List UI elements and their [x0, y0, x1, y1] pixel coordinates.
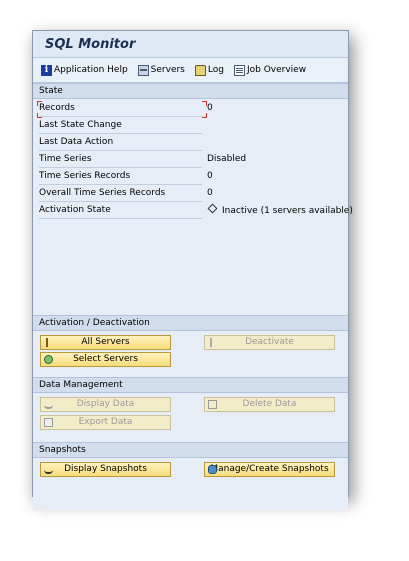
inactive-diamond-icon: [207, 203, 218, 214]
servers-icon: [137, 64, 149, 76]
sql-monitor-window: SQL Monitor i Application Help Servers L…: [32, 30, 353, 510]
display-snapshots-button[interactable]: Display Snapshots: [40, 462, 171, 477]
deactivate-button[interactable]: Deactivate: [204, 335, 335, 350]
state-value: 0: [207, 171, 213, 181]
servers-label: Servers: [150, 65, 185, 75]
export-icon: [44, 418, 53, 427]
info-icon: i: [41, 64, 52, 76]
manage-snapshots-label: Manage/Create Snapshots: [210, 464, 329, 474]
display-data-button[interactable]: Display Data: [40, 397, 171, 412]
job-overview-icon: [233, 64, 245, 76]
state-row-last-state-change: Last State Change: [39, 118, 339, 134]
state-value: 0: [207, 103, 213, 113]
log-icon: [194, 64, 206, 76]
delete-data-label: Delete Data: [242, 399, 297, 409]
state-row-last-data-action: Last Data Action: [39, 135, 339, 151]
data-management-section-heading: Data Management: [33, 377, 348, 393]
state-label: Time Series Records: [39, 171, 202, 185]
application-help-label: Application Help: [54, 65, 128, 75]
glasses-icon: [44, 465, 53, 474]
display-data-label: Display Data: [76, 399, 135, 409]
log-label: Log: [207, 65, 224, 75]
state-row-activation-state: Activation State Inactive (1 servers ava…: [39, 203, 353, 219]
select-servers-icon: [44, 355, 53, 364]
database-icon: [208, 465, 217, 474]
display-snapshots-label: Display Snapshots: [64, 464, 147, 474]
state-row-records: Records 0: [37, 101, 339, 118]
activation-state-text: Inactive (1 servers available): [222, 206, 353, 216]
state-value: Disabled: [207, 154, 247, 164]
export-data-button[interactable]: Export Data: [40, 415, 171, 430]
state-label: Activation State: [39, 205, 202, 219]
application-help-button[interactable]: i Application Help: [41, 64, 128, 76]
state-label: Last State Change: [39, 120, 202, 134]
activation-section-heading: Activation / Deactivation: [33, 315, 348, 331]
delete-data-button[interactable]: Delete Data: [204, 397, 335, 412]
activation-state-value: Inactive (1 servers available): [207, 203, 353, 216]
state-label[interactable]: Records: [39, 103, 202, 117]
all-servers-button[interactable]: All Servers: [40, 335, 171, 350]
state-row-time-series-records: Time Series Records 0: [39, 169, 339, 185]
activation-group: All Servers Deactivate Select Servers: [33, 331, 348, 377]
application-toolbar: i Application Help Servers Log Job Overv…: [33, 58, 348, 83]
state-value: 0: [207, 188, 213, 198]
snapshots-section-heading: Snapshots: [33, 442, 348, 458]
all-servers-label: All Servers: [81, 337, 130, 347]
state-row-time-series: Time Series Disabled: [39, 152, 339, 168]
servers-button[interactable]: Servers: [137, 64, 185, 76]
select-servers-label: Select Servers: [73, 354, 138, 364]
window-title: SQL Monitor: [45, 37, 136, 52]
log-button[interactable]: Log: [194, 64, 224, 76]
state-label: Time Series: [39, 154, 202, 168]
light-bulb-icon: [46, 338, 55, 347]
job-overview-label: Job Overview: [246, 65, 307, 75]
export-data-label: Export Data: [78, 417, 133, 427]
deactivate-label: Deactivate: [245, 337, 294, 347]
focus-marker: [37, 101, 42, 106]
state-label: Overall Time Series Records: [39, 188, 202, 202]
state-panel: Records 0 Last State Change Last Data Ac…: [33, 99, 353, 315]
data-management-group: Display Data Delete Data Export Data: [33, 393, 348, 442]
job-overview-button[interactable]: Job Overview: [233, 64, 307, 76]
state-section-heading: State: [33, 83, 348, 99]
trash-icon: [208, 400, 217, 409]
glasses-icon: [44, 400, 53, 409]
title-bar: SQL Monitor: [33, 31, 348, 58]
state-row-overall-time-series-records: Overall Time Series Records 0: [39, 186, 339, 202]
select-servers-button[interactable]: Select Servers: [40, 352, 171, 367]
snapshots-group: Display Snapshots Manage/Create Snapshot…: [33, 458, 348, 510]
light-bulb-off-icon: [210, 338, 219, 347]
state-label: Last Data Action: [39, 137, 202, 151]
manage-snapshots-button[interactable]: Manage/Create Snapshots: [204, 462, 335, 477]
